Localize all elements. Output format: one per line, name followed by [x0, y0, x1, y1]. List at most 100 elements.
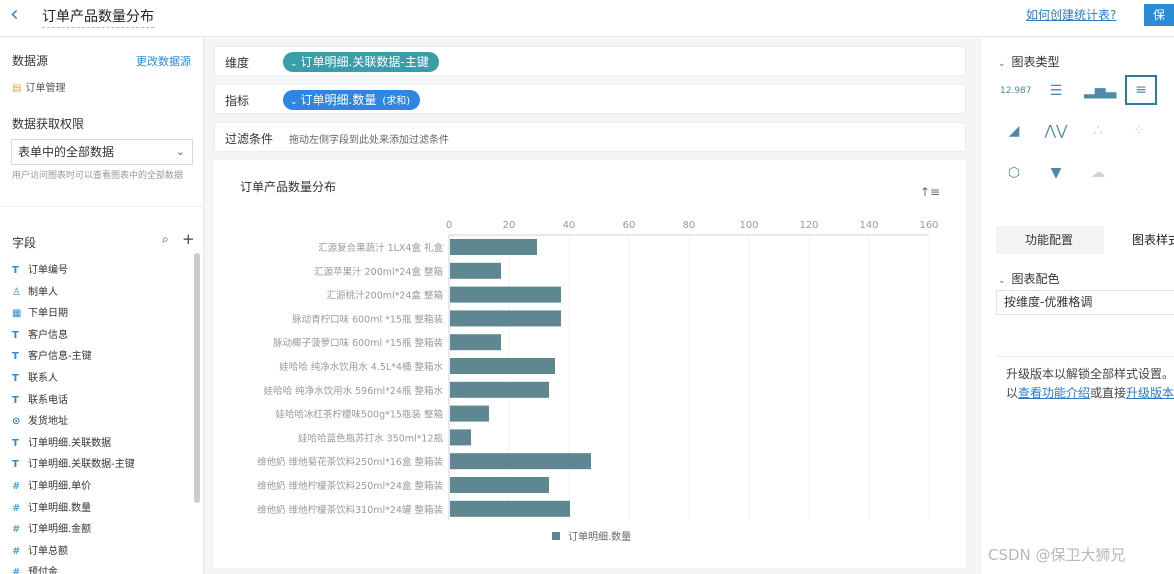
text-type-icon: T: [12, 394, 19, 406]
bar: [450, 239, 537, 255]
field-item[interactable]: T 订单编号: [12, 261, 68, 279]
bar: [450, 310, 561, 327]
field-item[interactable]: ▦ 下单日期: [12, 304, 68, 322]
color-scheme-select[interactable]: 按维度-优雅格调: [996, 290, 1174, 315]
field-label: 订单明细.单价: [28, 481, 92, 492]
add-icon[interactable]: +: [182, 230, 195, 248]
y-tick-label: 维他奶 维他柠檬茶饮料310ml*24罐 整箱装: [257, 504, 443, 516]
user-type-icon: ♙: [12, 286, 21, 298]
filter-row[interactable]: 过滤条件 拖动左侧字段到此处来添加过滤条件: [214, 122, 966, 152]
number-card-icon[interactable]: 12.987: [1000, 78, 1032, 104]
map-icon[interactable]: ☁: [1084, 160, 1112, 186]
field-item[interactable]: # 订单总额: [12, 542, 68, 560]
search-icon[interactable]: ⌕: [162, 232, 169, 247]
chart-type-title[interactable]: ⌄ 图表类型: [998, 53, 1060, 70]
bar: [450, 477, 549, 493]
config-tabs: 功能配置 图表样式: [996, 226, 1174, 254]
back-chevron-icon[interactable]: ‹: [10, 4, 32, 27]
chevron-down-icon: ⌄: [998, 59, 1006, 69]
y-tick-label: 娃哈哈 纯净水饮用水 596ml*24瓶 整箱水: [264, 385, 444, 397]
bar-chart-icon[interactable]: ≡: [1125, 75, 1157, 105]
combo-chart-icon[interactable]: ⋀⋁: [1042, 118, 1070, 144]
scatter-icon[interactable]: ∴: [1084, 118, 1112, 144]
x-tick-label: 40: [563, 220, 576, 231]
divider: [0, 206, 204, 207]
field-item[interactable]: # 预付金: [12, 563, 58, 574]
x-tick-label: 60: [623, 220, 636, 231]
field-item[interactable]: T 订单明细.关联数据: [12, 434, 111, 452]
number-type-icon: #: [12, 567, 21, 574]
bar-chart: 0 20 40 60 80 100 120 140 160 汇源复合果蔬汁 1LX4盒 礼盒汇源苹…: [257, 220, 938, 543]
field-item[interactable]: # 订单明细.数量: [12, 499, 91, 517]
permission-select[interactable]: 表单中的全部数据 ⌄: [11, 139, 193, 165]
chart-title: 订单产品数量分布: [240, 180, 337, 194]
field-label: 发货地址: [28, 416, 68, 428]
upgrade-link[interactable]: 升级版本: [1126, 386, 1174, 400]
change-datasource-link[interactable]: 更改数据源: [136, 53, 191, 69]
field-label: 订单明细.数量: [28, 502, 92, 514]
field-item[interactable]: ⊙ 发货地址: [12, 412, 68, 430]
permission-hint: 用户访问图表时可以查看图表中的全部数据: [12, 171, 184, 181]
field-label: 订单明细.关联数据: [28, 437, 112, 449]
save-button[interactable]: 保: [1144, 4, 1174, 26]
help-link[interactable]: 如何创建统计表?: [1026, 6, 1116, 23]
number-type-icon: #: [12, 481, 21, 492]
fields-label: 字段: [12, 236, 37, 250]
field-item[interactable]: # 订单明细.金额: [12, 520, 91, 538]
tab-style[interactable]: 图表样式: [1104, 226, 1174, 254]
funnel-icon[interactable]: ▼: [1042, 160, 1070, 186]
y-tick-label: 脉动椰子菠萝口味 600ml *15瓶 整箱装: [273, 337, 443, 349]
page-title[interactable]: 订单产品数量分布: [42, 6, 154, 28]
permission-label: 数据获取权限: [12, 117, 85, 131]
bar: [450, 262, 501, 279]
column-chart-icon[interactable]: ▂▅▃: [1084, 78, 1116, 104]
dimension-label: 维度: [225, 56, 250, 70]
field-label: 联系电话: [28, 394, 68, 406]
x-tick-label: 140: [859, 220, 878, 231]
field-label: 订单明细.关联数据-主键: [28, 459, 135, 471]
field-item[interactable]: ♙ 制单人: [12, 283, 58, 301]
x-tick-label: 20: [503, 220, 516, 231]
chevron-down-icon: ⌄: [998, 276, 1006, 286]
field-item[interactable]: T 订单明细.关联数据-主键: [12, 455, 135, 473]
field-item[interactable]: T 客户信息-主键: [12, 347, 92, 365]
dimension-row: 维度 ⌄ 订单明细.关联数据-主键: [214, 46, 966, 76]
table-icon[interactable]: ☰: [1042, 78, 1070, 104]
scrollbar[interactable]: [194, 253, 200, 503]
y-tick-label: 娃哈哈冰红茶柠檬味500g*15瓶装 整箱: [275, 409, 443, 421]
y-tick-label: 脉动青柠口味 600ml *15瓶 整箱装: [292, 313, 443, 325]
field-label: 客户信息-主键: [28, 351, 92, 363]
y-tick-label: 汇源桃汁200ml*24盒 整箱: [327, 290, 443, 302]
feature-intro-link[interactable]: 查看功能介绍: [1018, 386, 1090, 400]
field-label: 订单总额: [28, 545, 68, 557]
radar-icon[interactable]: ⬡: [1000, 160, 1028, 186]
x-tick-label: 80: [683, 220, 696, 231]
bar: [450, 453, 591, 470]
tab-function[interactable]: 功能配置: [996, 226, 1102, 254]
chevron-down-icon: ⌄: [290, 59, 298, 69]
area-chart-icon[interactable]: ◢: [1000, 118, 1028, 144]
filter-hint: 拖动左侧字段到此处来添加过滤条件: [289, 135, 449, 146]
bubble-icon[interactable]: ⁘: [1125, 118, 1153, 144]
x-tick-label: 0: [446, 220, 452, 231]
sort-icon[interactable]: ↑≡: [920, 185, 940, 199]
field-label: 联系人: [28, 373, 58, 384]
date-type-icon: ▦: [12, 308, 22, 320]
color-title[interactable]: ⌄ 图表配色: [998, 270, 1060, 287]
metric-row: 指标 ⌄ 订单明细.数量 (求和): [214, 84, 966, 114]
legend-swatch: [552, 532, 560, 540]
x-tick-label: 160: [919, 220, 938, 231]
datasource-name: ▤ 订单管理: [12, 83, 66, 94]
dimension-pill[interactable]: ⌄ 订单明细.关联数据-主键: [283, 52, 439, 72]
field-item[interactable]: T 客户信息: [12, 326, 68, 344]
left-panel: 数据源 更改数据源 ▤ 订单管理 数据获取权限 表单中的全部数据 ⌄ 用户访问图表…: [0, 38, 204, 574]
text-type-icon: T: [12, 437, 19, 449]
bar: [450, 429, 471, 446]
field-item[interactable]: # 订单明细.单价: [12, 477, 91, 495]
upgrade-line-2: 以查看功能介绍或直接升级版本。: [1006, 386, 1174, 400]
field-item[interactable]: T 联系电话: [12, 391, 68, 409]
y-tick-label: 维他奶 维他柠檬茶饮料250ml*24盒 整箱装: [257, 480, 443, 492]
field-item[interactable]: T 联系人: [12, 369, 58, 387]
upgrade-line-1: 升级版本以解锁全部样式设置。您可: [1006, 367, 1174, 381]
metric-pill[interactable]: ⌄ 订单明细.数量 (求和): [283, 90, 421, 110]
